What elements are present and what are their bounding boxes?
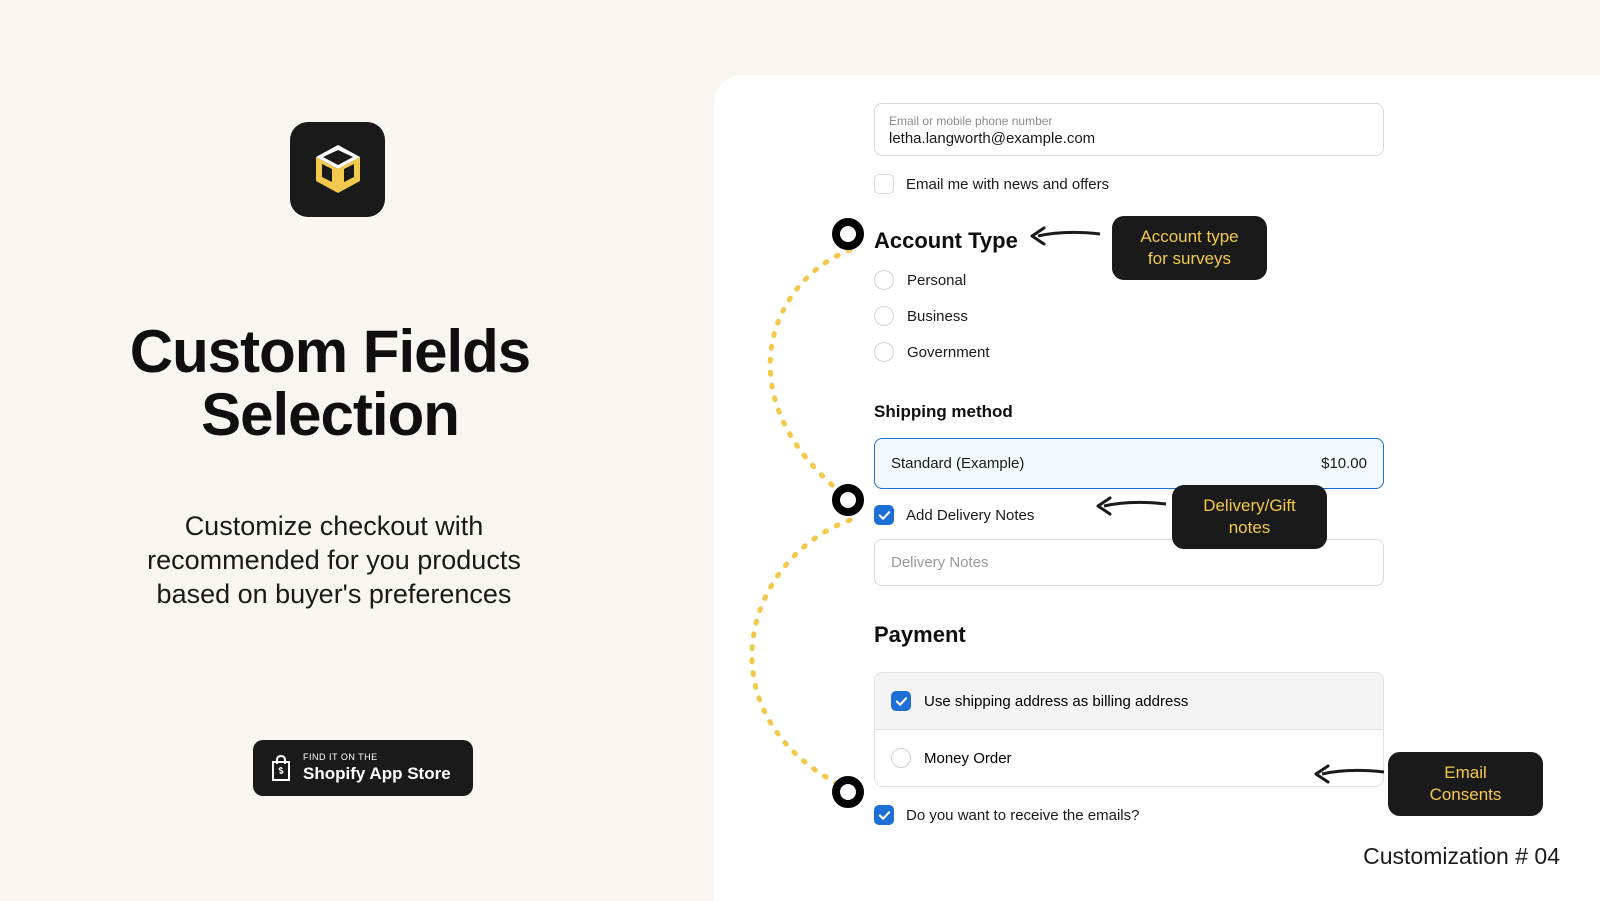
radio-icon [874, 342, 894, 362]
contact-label: Email or mobile phone number [889, 114, 1369, 128]
payment-use-shipping[interactable]: Use shipping address as billing address [874, 672, 1384, 730]
footer-tag: Customization # 04 [1363, 843, 1560, 870]
main-title: Custom Fields Selection [80, 320, 580, 446]
shipping-method-head: Shipping method [874, 402, 1384, 422]
subtitle: Customize checkout with recommended for … [114, 510, 554, 611]
radio-icon [891, 748, 911, 768]
contact-value: letha.langworth@example.com [889, 130, 1369, 147]
radio-icon [874, 306, 894, 326]
shopping-bag-icon [269, 754, 293, 782]
radio-icon [874, 270, 894, 290]
checkbox-icon [891, 691, 911, 711]
payment-money-order[interactable]: Money Order [874, 730, 1384, 787]
contact-input[interactable]: Email or mobile phone number letha.langw… [874, 103, 1384, 156]
newsletter-checkbox[interactable] [874, 174, 894, 194]
store-badge-line2: Shopify App Store [303, 764, 451, 784]
email-consent-checkbox[interactable] [874, 805, 894, 825]
radio-business[interactable]: Business [874, 306, 1384, 326]
delivery-notes-checkbox[interactable] [874, 505, 894, 525]
shipping-price: $10.00 [1321, 455, 1367, 472]
marker-delivery-notes [832, 484, 864, 516]
callout-delivery: Delivery/Gift notes [1172, 485, 1327, 549]
shopify-store-badge[interactable]: FIND IT ON THE Shopify App Store [253, 740, 473, 796]
store-badge-line1: FIND IT ON THE [303, 752, 451, 762]
app-logo [290, 122, 385, 217]
callout-email: Email Consents [1388, 752, 1543, 816]
marker-email-consent [832, 776, 864, 808]
shipping-name: Standard (Example) [891, 455, 1024, 472]
marker-account-type [832, 218, 864, 250]
delivery-notes-label: Add Delivery Notes [906, 507, 1034, 524]
radio-government[interactable]: Government [874, 342, 1384, 362]
callout-account-type: Account type for surveys [1112, 216, 1267, 280]
payment-head: Payment [874, 622, 1384, 648]
email-consent-label: Do you want to receive the emails? [906, 807, 1139, 824]
newsletter-label: Email me with news and offers [906, 176, 1109, 193]
shipping-option[interactable]: Standard (Example) $10.00 [874, 438, 1384, 489]
